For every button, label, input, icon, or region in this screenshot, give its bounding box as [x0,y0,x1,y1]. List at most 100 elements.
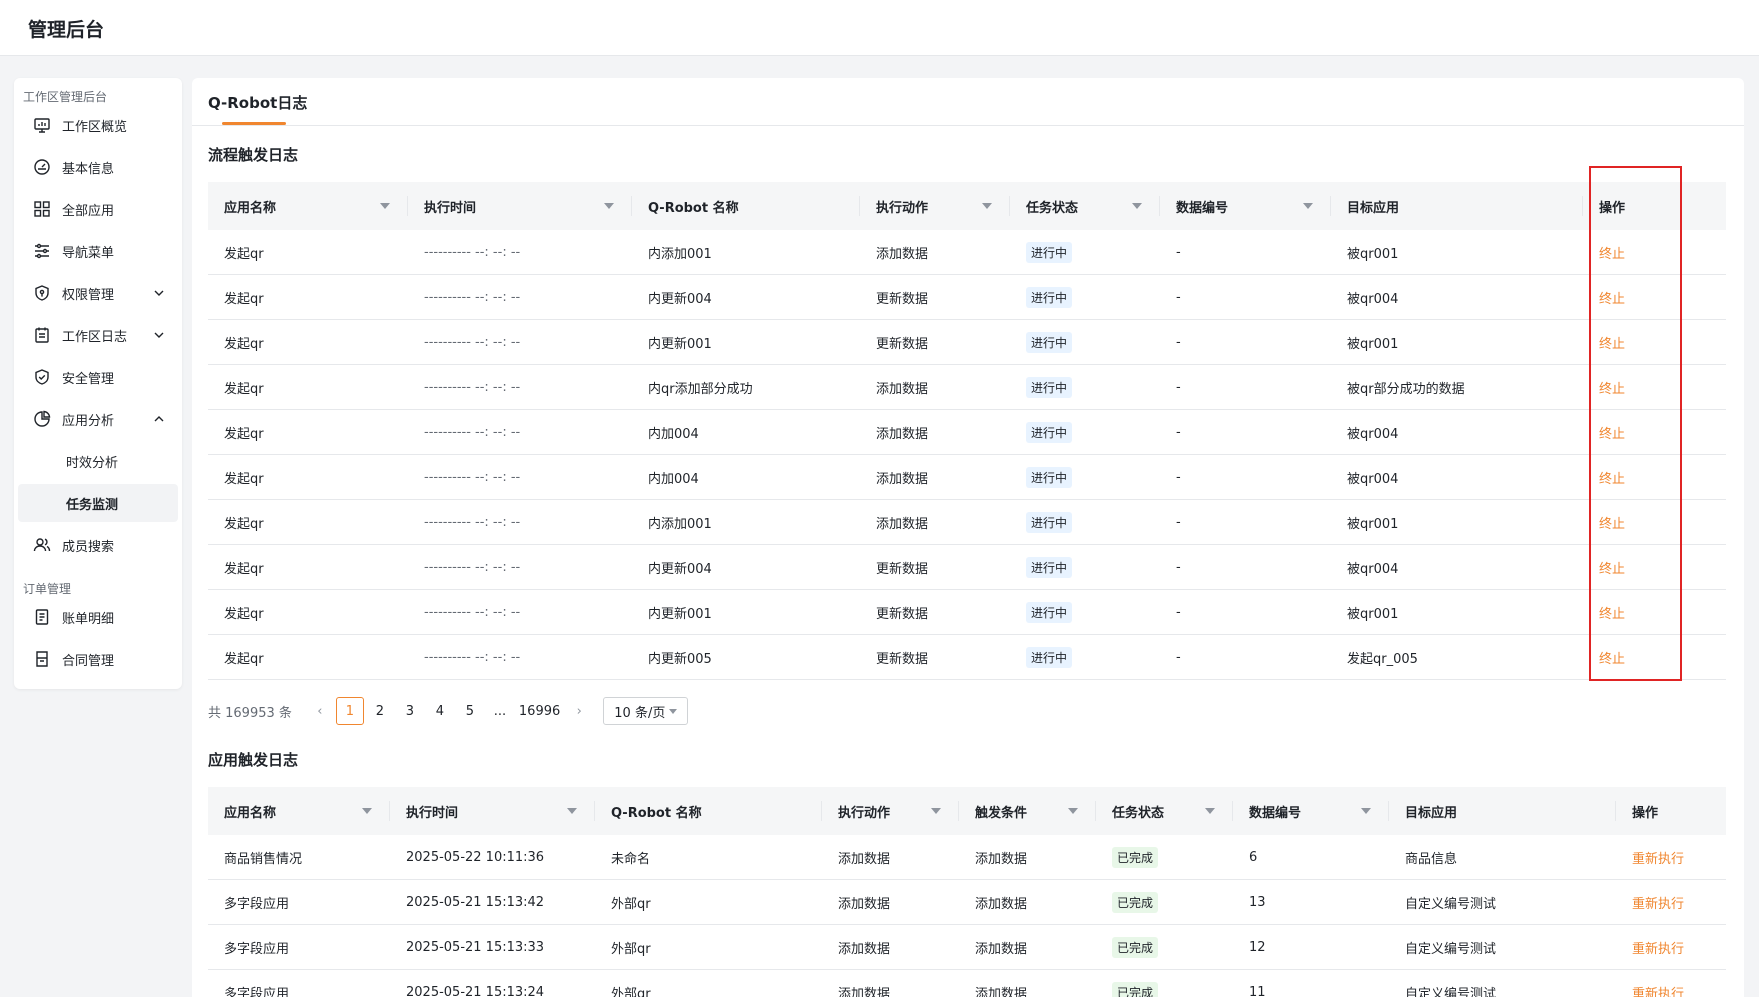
table-row: 发起qr ---------- --: --: -- 内更新001 更新数据 进行中 - 被… [208,320,1726,365]
table-cell: 终止 [1583,500,1625,545]
table-cell: 内添加001 [632,230,712,275]
terminate-link[interactable]: 终止 [1599,333,1625,352]
table-cell: - [1160,635,1181,680]
prev-page-button[interactable]: ‹ [306,697,334,725]
dashboard-icon [32,157,52,177]
sidebar-item-bill-details[interactable]: 账单明细 [18,598,178,636]
page-button[interactable]: 1 [335,697,364,725]
terminate-link[interactable]: 终止 [1599,558,1625,577]
table-cell: ---------- --: --: -- [408,365,520,410]
page-size-select[interactable]: 10 条/页 [603,697,689,725]
status-badge: 进行中 [1026,647,1073,668]
page-button[interactable]: 16996 [516,697,563,725]
sidebar-item-member-search[interactable]: 成员搜索 [18,526,178,564]
column-header[interactable]: 执行动作 [860,182,1010,230]
tab-bar: Q-Robot日志 [192,78,1744,126]
table-cell: - [1160,455,1181,500]
status-badge: 已完成 [1112,892,1159,913]
sort-icon[interactable] [982,203,992,209]
sidebar-item-contract[interactable]: 合同管理 [18,640,178,678]
cell-text: 内qr添加部分成功 [648,382,753,397]
sidebar-item-nav-menu[interactable]: 导航菜单 [18,232,178,270]
sort-icon[interactable] [1361,808,1371,814]
cell-text: 添加数据 [838,942,891,957]
sort-icon[interactable] [380,203,390,209]
rerun-link[interactable]: 重新执行 [1632,848,1684,867]
terminate-link[interactable]: 终止 [1599,513,1625,532]
table-cell: 进行中 [1010,365,1073,410]
table-cell: 发起qr [208,410,264,455]
page-ellipsis[interactable]: ... [486,697,514,725]
cell-text: 自定义编号测试 [1405,987,1497,997]
column-header[interactable]: 执行时间 [408,182,632,230]
terminate-link[interactable]: 终止 [1599,378,1625,397]
sort-icon[interactable] [1132,203,1142,209]
sidebar-item-all-apps[interactable]: 全部应用 [18,190,178,228]
terminate-link[interactable]: 终止 [1599,603,1625,622]
sort-icon[interactable] [1303,203,1313,209]
column-header[interactable]: 执行动作 [822,787,959,835]
table-cell: 被qr004 [1331,275,1398,320]
table-cell: 被qr001 [1331,230,1398,275]
cell-text: - [1176,650,1181,665]
sort-icon[interactable] [567,808,577,814]
column-header[interactable]: 应用名称 [208,787,390,835]
column-header[interactable]: 数据编号 [1233,787,1389,835]
pagination-total: 共 169953 条 [208,705,292,721]
column-header[interactable]: 触发条件 [959,787,1096,835]
shield-check-icon [32,367,52,387]
table-cell: ---------- --: --: -- [408,635,520,680]
rerun-link[interactable]: 重新执行 [1632,983,1684,997]
column-header[interactable]: 任务状态 [1010,182,1160,230]
column-header[interactable]: 数据编号 [1160,182,1331,230]
rerun-link[interactable]: 重新执行 [1632,938,1684,957]
table-cell: 已完成 [1096,835,1159,880]
app-title: 管理后台 [28,19,105,41]
table-cell: 内更新005 [632,635,712,680]
cell-text: 添加数据 [838,987,891,997]
table-cell: 未命名 [595,835,650,880]
page-button[interactable]: 3 [396,697,424,725]
table-cell: 添加数据 [959,970,1027,997]
column-header[interactable]: 执行时间 [390,787,595,835]
terminate-link[interactable]: 终止 [1599,243,1625,262]
sort-icon[interactable] [931,808,941,814]
status-badge: 进行中 [1026,602,1073,623]
sidebar-item-task-monitor[interactable]: 任务监测 [18,484,178,522]
table-row: 发起qr ---------- --: --: -- 内添加001 添加数据 进行中 - 被… [208,230,1726,275]
sort-icon[interactable] [1068,808,1078,814]
sidebar-item-security[interactable]: 安全管理 [18,358,178,396]
sidebar-item-basic-info[interactable]: 基本信息 [18,148,178,186]
sort-icon[interactable] [604,203,614,209]
terminate-link[interactable]: 终止 [1599,468,1625,487]
table-cell: ---------- --: --: -- [408,545,520,590]
page-button[interactable]: 2 [366,697,394,725]
rerun-link[interactable]: 重新执行 [1632,893,1684,912]
sidebar-item-workspace-overview[interactable]: 工作区概览 [18,106,178,144]
terminate-link[interactable]: 终止 [1599,288,1625,307]
table-row: 发起qr ---------- --: --: -- 内添加001 添加数据 进行中 - 被… [208,500,1726,545]
sidebar-item-workspace-log[interactable]: 工作区日志 [18,316,178,354]
column-header[interactable]: 任务状态 [1096,787,1233,835]
sort-icon[interactable] [1205,808,1215,814]
next-page-button[interactable]: › [565,697,593,725]
sort-icon[interactable] [362,808,372,814]
contract-icon [32,649,52,669]
tab-qrobot-log[interactable]: Q-Robot日志 [208,92,307,113]
table-cell: 11 [1233,970,1266,997]
table-cell: 发起qr [208,545,264,590]
table-cell: 更新数据 [860,320,928,365]
sidebar-item-timeliness-analysis[interactable]: 时效分析 [18,442,178,480]
table-cell: 2025-05-21 15:13:33 [390,925,544,970]
table-cell: 进行中 [1010,410,1073,455]
sidebar-item-permission[interactable]: 权限管理 [18,274,178,312]
terminate-link[interactable]: 终止 [1599,648,1625,667]
users-icon [32,535,52,555]
sidebar-item-app-analysis[interactable]: 应用分析 [18,400,178,438]
terminate-link[interactable]: 终止 [1599,423,1625,442]
table-cell: 内更新004 [632,545,712,590]
cell-text: 更新数据 [876,652,929,667]
page-button[interactable]: 4 [426,697,454,725]
page-button[interactable]: 5 [456,697,484,725]
column-header[interactable]: 应用名称 [208,182,408,230]
